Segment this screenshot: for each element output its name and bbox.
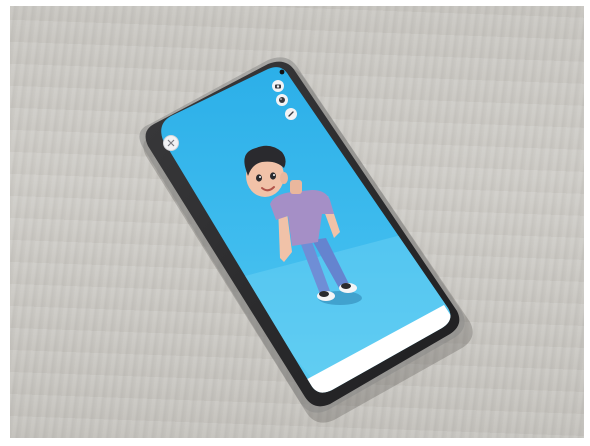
camera-icon[interactable] [272, 80, 284, 92]
phone-illustration [139, 57, 473, 423]
camera-glyph [275, 84, 281, 89]
avatar-right-eye [270, 172, 276, 180]
pencil-glyph [288, 111, 294, 117]
shoe-detail [341, 283, 351, 289]
photo-scene [0, 0, 590, 446]
avatar-ear [280, 172, 288, 184]
smartphone [0, 0, 590, 446]
close-icon[interactable] [163, 135, 179, 151]
shoe-detail [319, 291, 329, 297]
close-glyph [167, 139, 175, 147]
palette-icon[interactable] [276, 94, 288, 106]
edit-pencil-icon[interactable] [285, 108, 297, 120]
palette-glyph [279, 97, 285, 103]
avatar-neck [290, 180, 302, 194]
avatar-left-eye [256, 174, 262, 182]
front-camera [279, 69, 285, 75]
